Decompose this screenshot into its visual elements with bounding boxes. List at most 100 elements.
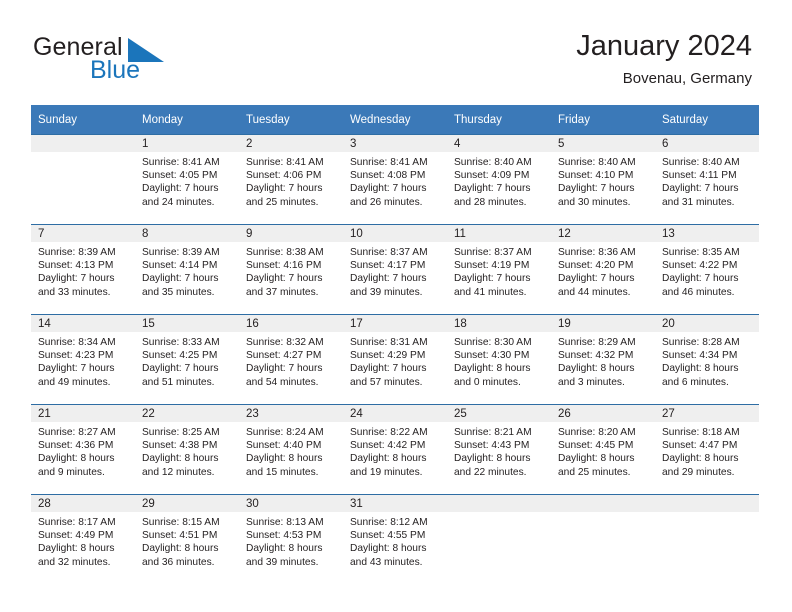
calendar-day-cell[interactable]: 24 Sunrise: 8:22 AM Sunset: 4:42 PM Dayligh… (343, 404, 447, 495)
calendar-day-cell[interactable]: 23 Sunrise: 8:24 AM Sunset: 4:40 PM Dayligh… (239, 404, 343, 495)
calendar-day-cell[interactable]: 5 Sunrise: 8:40 AM Sunset: 4:10 PM Daylight… (551, 134, 655, 225)
calendar-day-cell[interactable]: 17 Sunrise: 8:31 AM Sunset: 4:29 PM Dayligh… (343, 314, 447, 405)
page-header: General Blue January 2024 Bovenau, Germa… (0, 0, 792, 100)
day-cell-inner: 3 Sunrise: 8:41 AM Sunset: 4:08 PM Daylight… (343, 135, 447, 224)
day-number: 12 (551, 225, 655, 242)
daylight-duration-line1: Daylight: 8 hours (142, 543, 219, 555)
day-details: Sunrise: 8:18 AM Sunset: 4:47 PM Daylight:… (655, 422, 759, 479)
calendar-day-cell[interactable]: 3 Sunrise: 8:41 AM Sunset: 4:08 PM Daylight… (343, 134, 447, 225)
sunrise-time: Sunrise: 8:41 AM (350, 157, 428, 168)
calendar-day-cell-empty (551, 494, 655, 584)
day-number: 6 (655, 135, 759, 152)
daylight-duration-line2: and 26 minutes. (350, 196, 423, 208)
calendar-day-cell[interactable]: 22 Sunrise: 8:25 AM Sunset: 4:38 PM Dayligh… (135, 404, 239, 495)
day-cell-inner: 8 Sunrise: 8:39 AM Sunset: 4:14 PM Daylight… (135, 225, 239, 314)
day-number: 20 (655, 315, 759, 332)
sunrise-time: Sunrise: 8:28 AM (662, 337, 740, 348)
daylight-duration-line1: Daylight: 7 hours (142, 273, 219, 285)
calendar-day-cell[interactable]: 20 Sunrise: 8:28 AM Sunset: 4:34 PM Dayligh… (655, 314, 759, 405)
calendar-day-cell[interactable]: 13 Sunrise: 8:35 AM Sunset: 4:22 PM Dayligh… (655, 224, 759, 315)
daylight-duration-line1: Daylight: 8 hours (246, 543, 323, 555)
calendar-day-cell[interactable]: 15 Sunrise: 8:33 AM Sunset: 4:25 PM Dayligh… (135, 314, 239, 405)
sunset-time: Sunset: 4:05 PM (142, 170, 218, 182)
sunset-time: Sunset: 4:42 PM (350, 440, 426, 452)
day-number: 2 (239, 135, 343, 152)
day-details: Sunrise: 8:41 AM Sunset: 4:08 PM Daylight:… (343, 152, 447, 209)
sunset-time: Sunset: 4:09 PM (454, 170, 530, 182)
sunset-time: Sunset: 4:45 PM (558, 440, 634, 452)
sunset-time: Sunset: 4:06 PM (246, 170, 322, 182)
sunrise-time: Sunrise: 8:18 AM (662, 427, 740, 438)
calendar-day-cell[interactable]: 27 Sunrise: 8:18 AM Sunset: 4:47 PM Dayligh… (655, 404, 759, 495)
day-cell-inner: 19 Sunrise: 8:29 AM Sunset: 4:32 PM Dayligh… (551, 315, 655, 404)
sunrise-time: Sunrise: 8:41 AM (142, 157, 220, 168)
calendar-day-cell[interactable]: 21 Sunrise: 8:27 AM Sunset: 4:36 PM Dayligh… (31, 404, 135, 495)
calendar-day-cell-empty (655, 494, 759, 584)
sunset-time: Sunset: 4:55 PM (350, 530, 426, 542)
day-number: 10 (343, 225, 447, 242)
day-cell-inner (447, 495, 551, 584)
calendar-day-cell[interactable]: 8 Sunrise: 8:39 AM Sunset: 4:14 PM Daylight… (135, 224, 239, 315)
daylight-duration-line2: and 39 minutes. (246, 556, 319, 568)
daylight-duration-line2: and 9 minutes. (38, 466, 105, 478)
sunset-time: Sunset: 4:29 PM (350, 350, 426, 362)
day-details: Sunrise: 8:40 AM Sunset: 4:11 PM Daylight:… (655, 152, 759, 209)
calendar-day-cell[interactable]: 16 Sunrise: 8:32 AM Sunset: 4:27 PM Dayligh… (239, 314, 343, 405)
sunrise-time: Sunrise: 8:37 AM (454, 247, 532, 258)
day-details: Sunrise: 8:22 AM Sunset: 4:42 PM Daylight:… (343, 422, 447, 479)
page-subtitle: Bovenau, Germany (622, 70, 752, 87)
calendar-day-cell[interactable]: 12 Sunrise: 8:36 AM Sunset: 4:20 PM Dayligh… (551, 224, 655, 315)
day-number: 1 (135, 135, 239, 152)
calendar-day-cell[interactable]: 31 Sunrise: 8:12 AM Sunset: 4:55 PM Dayligh… (343, 494, 447, 584)
calendar-day-cell[interactable]: 1 Sunrise: 8:41 AM Sunset: 4:05 PM Daylight… (135, 134, 239, 225)
day-cell-inner: 11 Sunrise: 8:37 AM Sunset: 4:19 PM Dayligh… (447, 225, 551, 314)
sunrise-time: Sunrise: 8:20 AM (558, 427, 636, 438)
calendar-day-cell[interactable]: 10 Sunrise: 8:37 AM Sunset: 4:17 PM Dayligh… (343, 224, 447, 315)
day-number: 8 (135, 225, 239, 242)
sunset-time: Sunset: 4:25 PM (142, 350, 218, 362)
daylight-duration-line2: and 19 minutes. (350, 466, 423, 478)
sunset-time: Sunset: 4:10 PM (558, 170, 634, 182)
day-details: Sunrise: 8:30 AM Sunset: 4:30 PM Daylight:… (447, 332, 551, 389)
brand-logo[interactable]: General Blue (33, 33, 253, 89)
day-cell-inner (31, 135, 135, 224)
day-number: 15 (135, 315, 239, 332)
daylight-duration-line1: Daylight: 7 hours (350, 363, 427, 375)
calendar-day-cell[interactable]: 7 Sunrise: 8:39 AM Sunset: 4:13 PM Daylight… (31, 224, 135, 315)
day-cell-inner: 7 Sunrise: 8:39 AM Sunset: 4:13 PM Daylight… (31, 225, 135, 314)
calendar-day-cell[interactable]: 9 Sunrise: 8:38 AM Sunset: 4:16 PM Daylight… (239, 224, 343, 315)
calendar-day-cell[interactable]: 18 Sunrise: 8:30 AM Sunset: 4:30 PM Dayligh… (447, 314, 551, 405)
day-number: 24 (343, 405, 447, 422)
day-number: 14 (31, 315, 135, 332)
day-details: Sunrise: 8:25 AM Sunset: 4:38 PM Daylight:… (135, 422, 239, 479)
calendar-day-cell-empty (31, 134, 135, 225)
calendar-page: General Blue January 2024 Bovenau, Germa… (0, 0, 792, 612)
day-number: 9 (239, 225, 343, 242)
sunset-time: Sunset: 4:19 PM (454, 260, 530, 272)
sunset-time: Sunset: 4:38 PM (142, 440, 218, 452)
weekday-header-friday: Friday (551, 105, 655, 135)
calendar-day-cell[interactable]: 19 Sunrise: 8:29 AM Sunset: 4:32 PM Dayligh… (551, 314, 655, 405)
calendar-day-cell[interactable]: 6 Sunrise: 8:40 AM Sunset: 4:11 PM Daylight… (655, 134, 759, 225)
page-title: January 2024 (576, 30, 752, 62)
day-cell-inner: 9 Sunrise: 8:38 AM Sunset: 4:16 PM Daylight… (239, 225, 343, 314)
sunrise-time: Sunrise: 8:35 AM (662, 247, 740, 258)
calendar-day-cell[interactable]: 11 Sunrise: 8:37 AM Sunset: 4:19 PM Dayligh… (447, 224, 551, 315)
daylight-duration-line2: and 39 minutes. (350, 286, 423, 298)
calendar-day-cell[interactable]: 14 Sunrise: 8:34 AM Sunset: 4:23 PM Dayligh… (31, 314, 135, 405)
daylight-duration-line2: and 15 minutes. (246, 466, 319, 478)
calendar-day-cell[interactable]: 30 Sunrise: 8:13 AM Sunset: 4:53 PM Dayligh… (239, 494, 343, 584)
calendar-day-cell[interactable]: 26 Sunrise: 8:20 AM Sunset: 4:45 PM Dayligh… (551, 404, 655, 495)
sunrise-time: Sunrise: 8:27 AM (38, 427, 116, 438)
sunrise-time: Sunrise: 8:32 AM (246, 337, 324, 348)
calendar-day-cell[interactable]: 29 Sunrise: 8:15 AM Sunset: 4:51 PM Dayligh… (135, 494, 239, 584)
calendar-week-row: 7 Sunrise: 8:39 AM Sunset: 4:13 PM Daylight… (31, 224, 759, 315)
calendar-day-cell[interactable]: 25 Sunrise: 8:21 AM Sunset: 4:43 PM Dayligh… (447, 404, 551, 495)
calendar-day-cell[interactable]: 28 Sunrise: 8:17 AM Sunset: 4:49 PM Dayligh… (31, 494, 135, 584)
daylight-duration-line1: Daylight: 8 hours (662, 363, 739, 375)
day-cell-inner: 6 Sunrise: 8:40 AM Sunset: 4:11 PM Daylight… (655, 135, 759, 224)
daylight-duration-line1: Daylight: 7 hours (246, 363, 323, 375)
calendar-day-cell[interactable]: 4 Sunrise: 8:40 AM Sunset: 4:09 PM Daylight… (447, 134, 551, 225)
daylight-duration-line2: and 33 minutes. (38, 286, 111, 298)
calendar-day-cell[interactable]: 2 Sunrise: 8:41 AM Sunset: 4:06 PM Daylight… (239, 134, 343, 225)
